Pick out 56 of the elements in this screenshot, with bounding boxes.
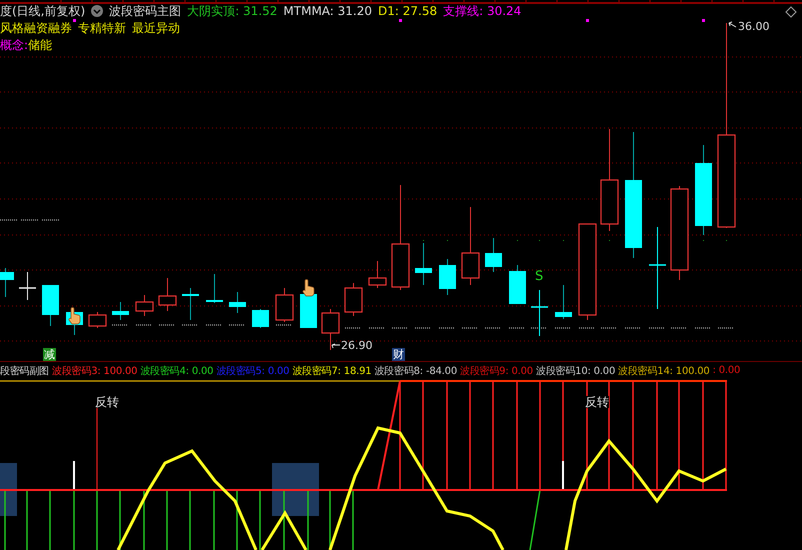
candlestick [531,290,548,336]
candlestick [415,242,432,286]
tag-label: 专精特新 [78,20,126,36]
pointer-arrow-icon [332,344,340,348]
tag-label: 风格融资融券 [0,20,72,36]
hand-pointer-icon [68,307,80,324]
candlestick [0,268,14,298]
legend-item: : 0.00 [712,365,740,376]
legend-item: 波段密码5: 0.00 [216,364,290,378]
candlestick [252,308,269,328]
candlestick [555,284,572,320]
reversal-label: 反转 [585,396,609,408]
reversal-label: 反转 [95,396,119,408]
price-label: 36.00 [738,21,770,32]
indicator-value: D1: 27.58 [378,4,438,18]
legend-item: 波段密码14: 100.00 [618,364,710,378]
indicator-value: MTMMA: 31.20 [283,4,372,18]
indicator-value: 大阴实顶: 31.52 [187,2,278,20]
concept-value: 储能 [28,36,52,54]
candlestick [300,294,317,328]
legend-title: 段密码副图 [0,364,50,378]
event-badge[interactable]: 财 [392,348,405,361]
legend-item: 波段密码7: 18.91 [292,364,372,378]
signal-label: S [535,270,544,283]
candlestick [135,294,154,316]
candlestick [509,264,526,304]
candlestick [19,272,36,300]
candlestick [229,292,246,314]
candlestick [275,288,294,322]
chart-title: 度(日线,前复权) [0,2,86,20]
tag-label: 最近异动 [132,20,180,36]
legend-item: 波段密码8: -84.00 [374,364,457,378]
concept-label: 概念: [0,36,28,54]
candlestick [42,284,59,326]
candlestick [112,302,129,320]
legend-item: 波段密码9: 0.00 [460,364,533,378]
candlestick [88,312,107,328]
candlestick [321,308,340,350]
candlestick [439,258,456,296]
chevron-circle-icon[interactable] [91,5,104,17]
legend-item: 波段密码3: 100.00 [52,364,138,378]
hand-pointer-icon [302,279,314,296]
indicator-name: 波段密码主图 [109,2,182,20]
indicator-value: 支撑线: 30.24 [443,2,522,20]
price-label: 26.90 [341,340,372,351]
candlestick [206,274,223,304]
candlestick [158,278,177,312]
diamond-icon[interactable] [785,6,797,18]
candlestick [368,260,387,288]
candlestick [182,288,199,320]
candlestick [485,238,502,272]
legend-item: 波段密码10: 0.00 [536,364,616,378]
event-badge[interactable]: 减 [43,348,56,361]
pointer-arrow-icon [728,22,736,28]
candlestick [344,282,363,316]
legend-item: 波段密码4: 0.00 [140,364,214,378]
